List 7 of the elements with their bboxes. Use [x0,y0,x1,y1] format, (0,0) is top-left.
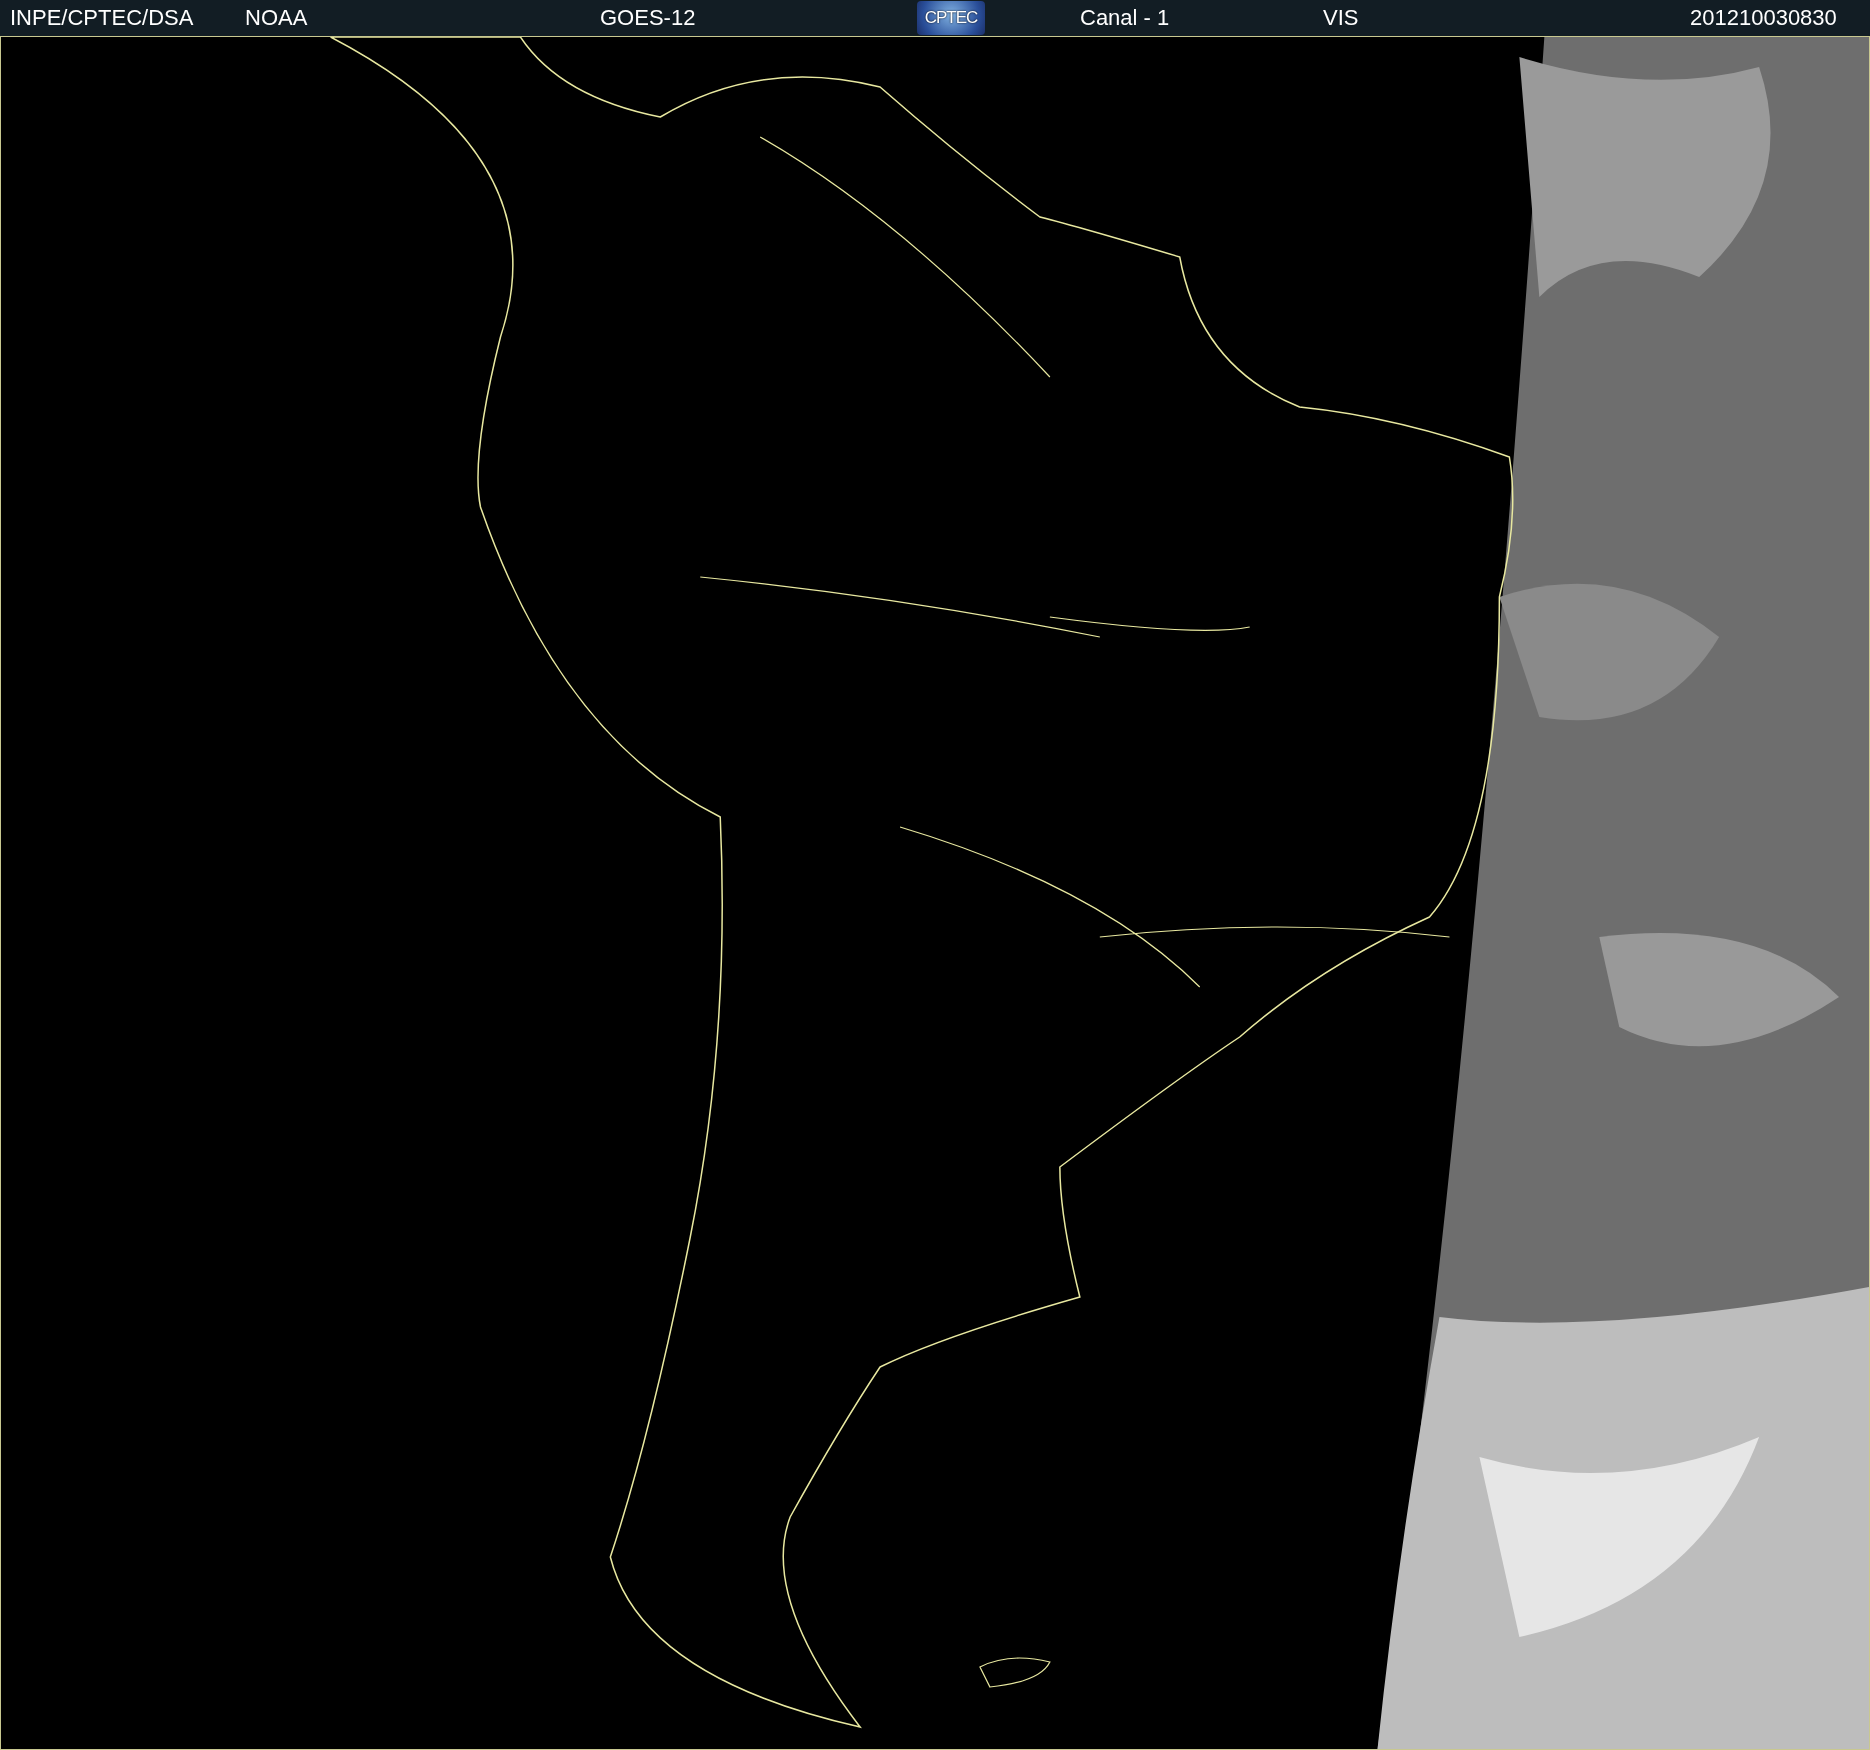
header-label: 201210030830 [1690,5,1837,31]
header-label: Canal - 1 [1080,5,1170,31]
header-label: VIS [1323,5,1359,31]
header-label: GOES-12 [600,5,696,31]
header-label: NOAA [245,5,308,31]
logo: CPTEC [917,1,985,35]
header-label: INPE/CPTEC/DSA [10,5,194,31]
